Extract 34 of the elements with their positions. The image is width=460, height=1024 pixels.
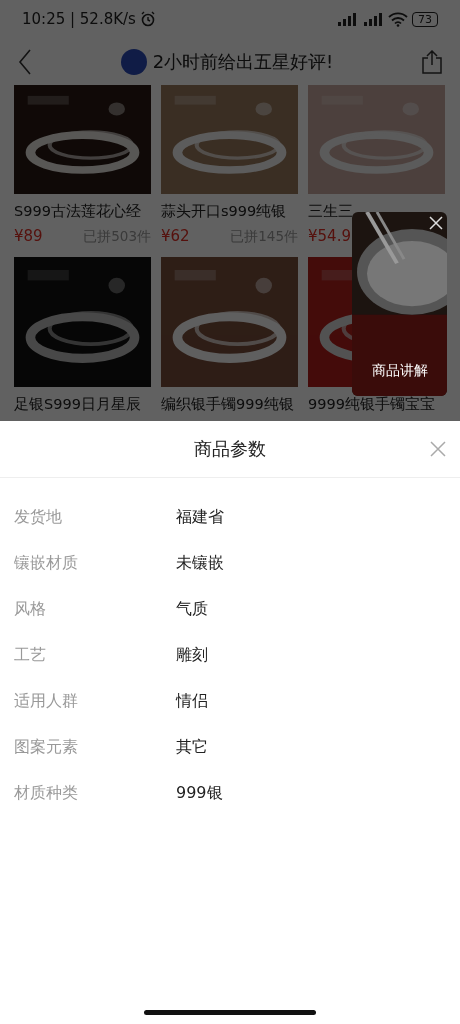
param-label: 材质种类 [14, 782, 79, 804]
param-value: 福建省 [176, 506, 224, 528]
product-title[interactable]: 三生三 [308, 202, 353, 221]
wifi-icon [388, 11, 408, 27]
product-price: ¥89 [14, 227, 43, 245]
sheet-title: 商品参数 [194, 437, 266, 461]
back-icon[interactable] [18, 48, 32, 75]
product-price: ¥62 [161, 227, 190, 245]
signal-icon [362, 12, 384, 26]
product-title[interactable]: 足银S999日月星辰 [14, 395, 141, 414]
param-label: 工艺 [14, 644, 47, 666]
signal-icon [336, 12, 358, 26]
param-value: 其它 [176, 736, 208, 758]
param-value: 未镶嵌 [176, 552, 224, 574]
param-label: 镶嵌材质 [14, 552, 79, 574]
battery-level: 73 [412, 11, 438, 27]
product-price: ¥54.9 [308, 227, 351, 245]
param-label: 适用人群 [14, 690, 79, 712]
alarm-icon [139, 11, 156, 27]
product-title[interactable]: S999古法莲花心经 [14, 202, 141, 221]
status-time: 10:25 | 52.8K/s [22, 10, 136, 28]
param-value: 气质 [176, 598, 208, 620]
product-title[interactable]: 编织银手镯999纯银 [161, 395, 294, 414]
param-value: 999银 [176, 782, 223, 804]
param-value: 情侣 [176, 690, 208, 712]
param-label: 图案元素 [14, 736, 79, 758]
product-title[interactable]: 蒜头开口s999纯银 [161, 202, 287, 221]
product-title[interactable]: 9999纯银手镯宝宝 [308, 395, 435, 414]
param-label: 发货地 [14, 506, 63, 528]
avatar-icon [120, 48, 147, 75]
param-label: 风格 [14, 598, 47, 620]
param-value: 雕刻 [176, 644, 208, 666]
header-title: 2小时前给出五星好评! [152, 49, 334, 74]
share-icon[interactable] [422, 49, 442, 74]
